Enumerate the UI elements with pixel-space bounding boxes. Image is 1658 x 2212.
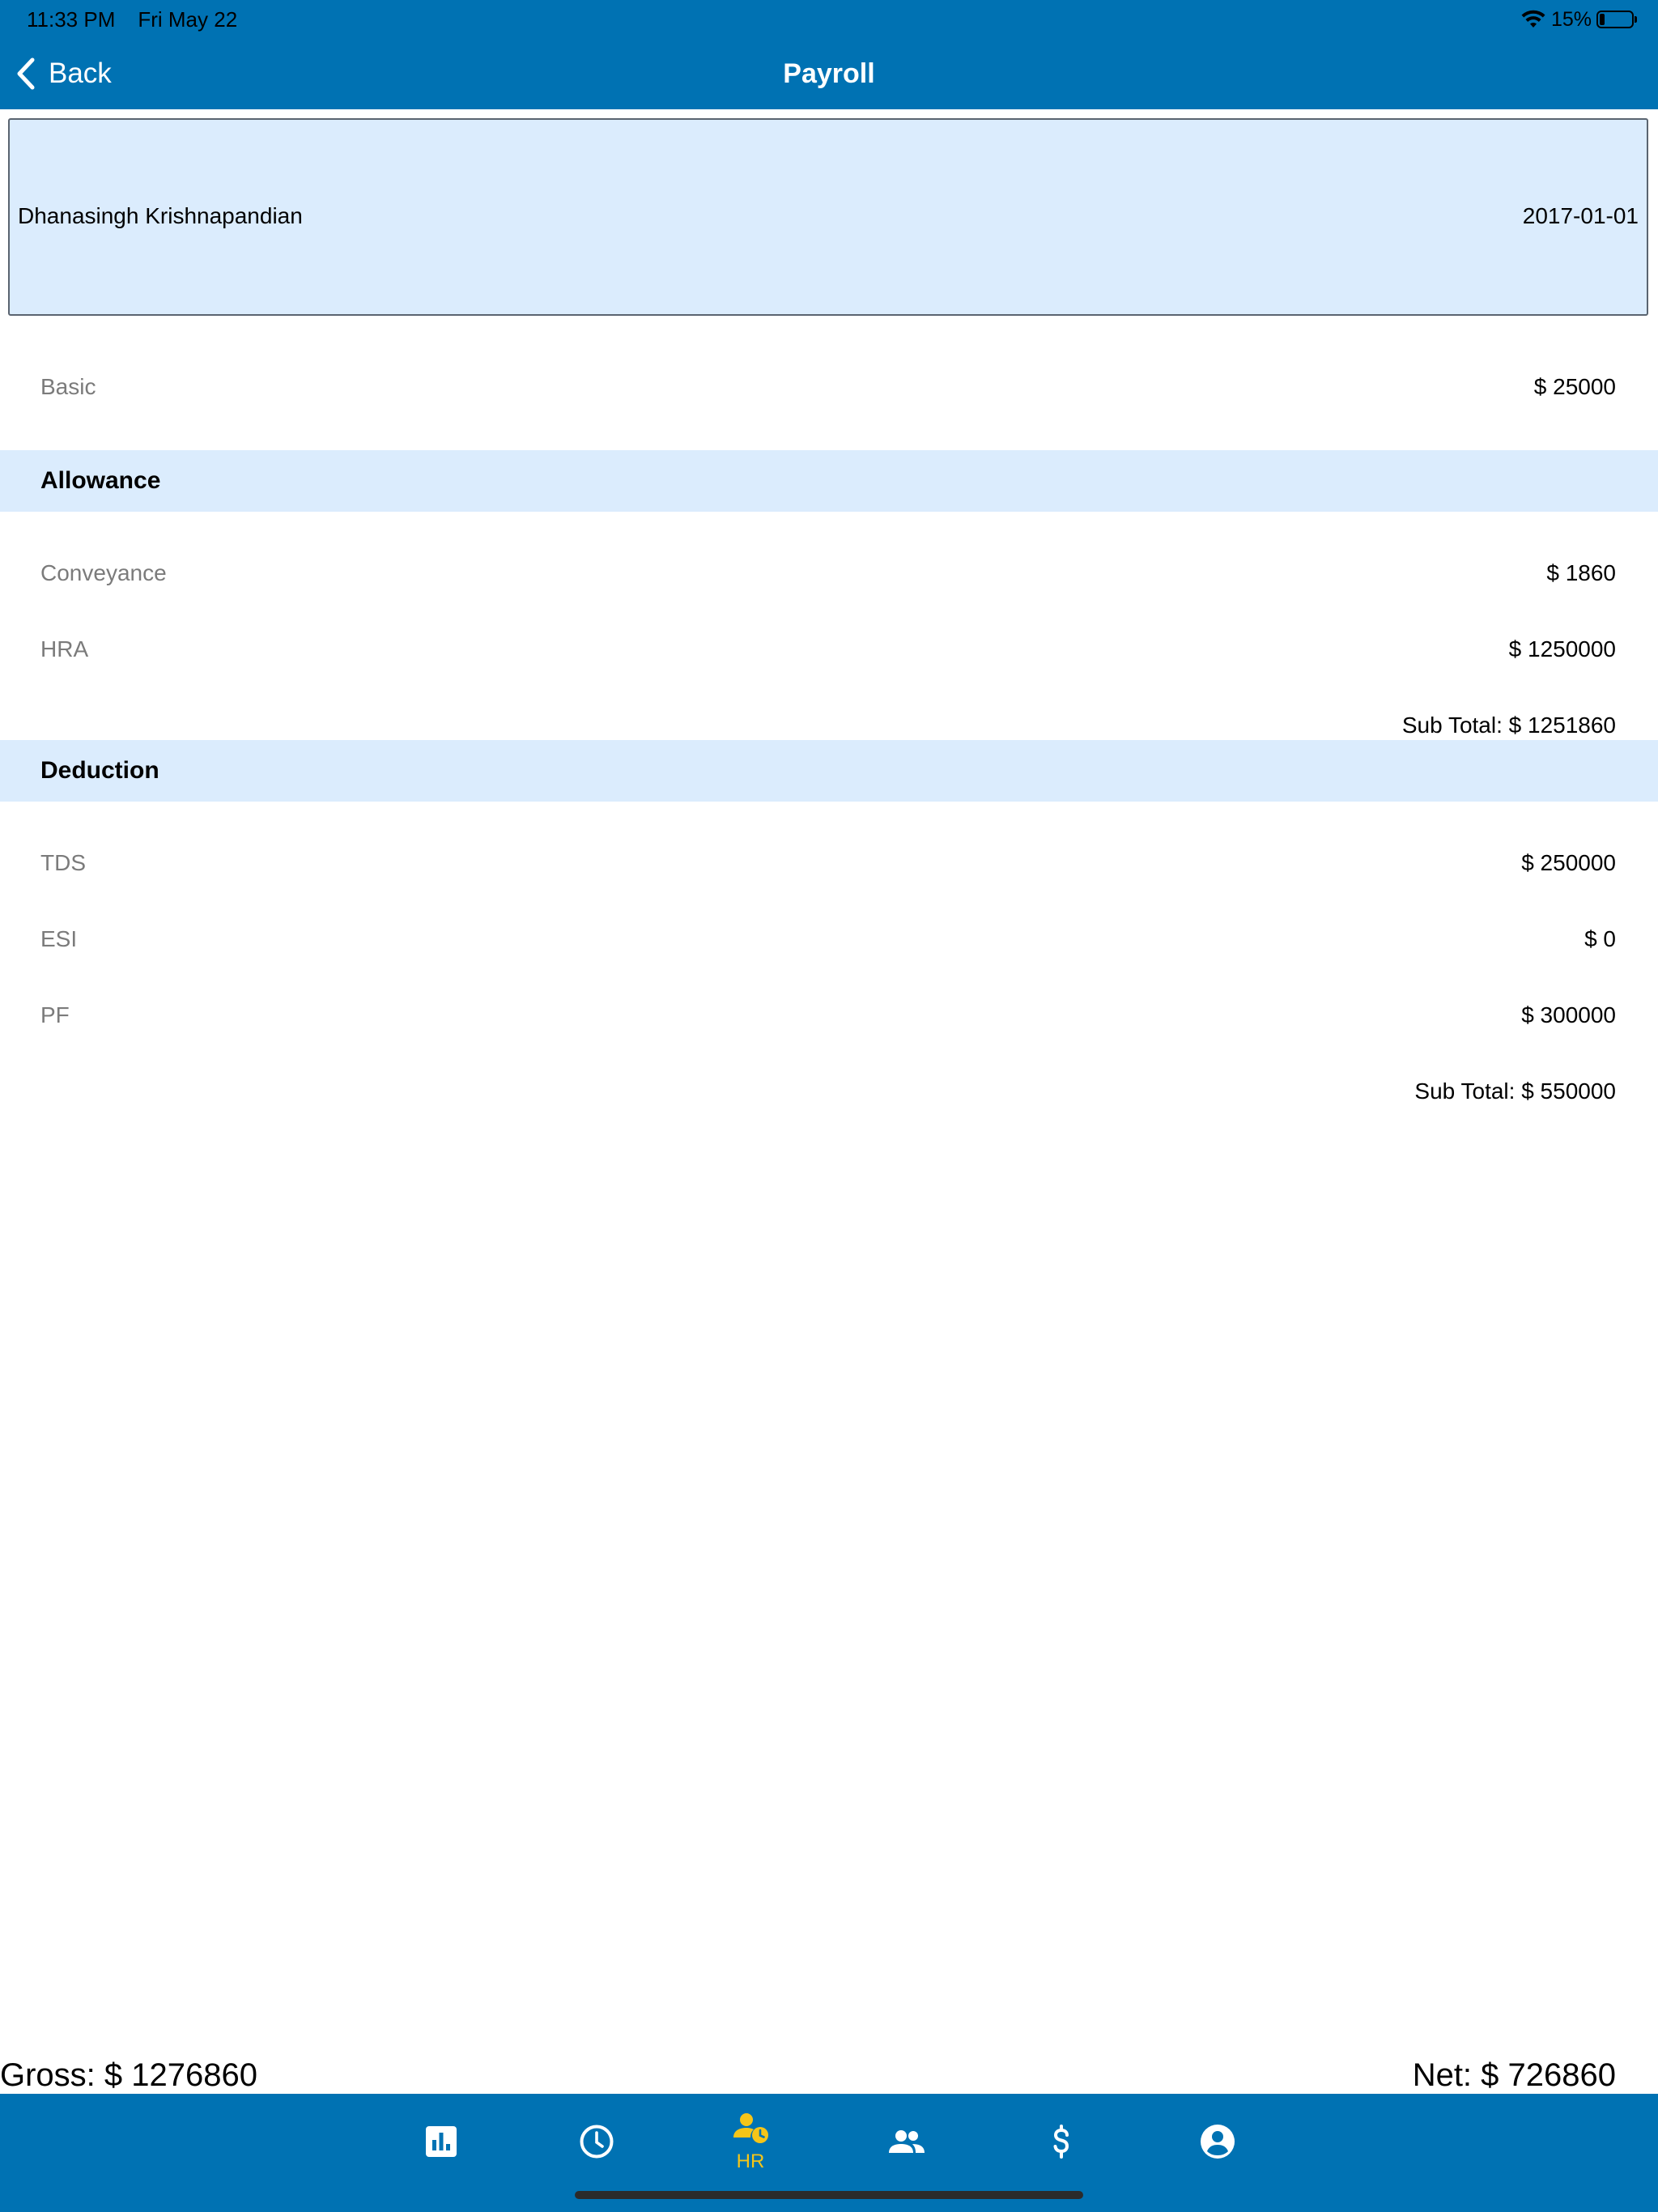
conveyance-value: $ 1860: [1546, 560, 1616, 585]
navigation-bar: 11:33 PM Fri May 22 15% Back Payroll: [0, 0, 1658, 109]
account-circle-icon: [1201, 2125, 1235, 2159]
battery-icon: [1596, 11, 1637, 28]
esi-value: $ 0: [1584, 926, 1616, 951]
deduction-subtotal: Sub Total: $ 550000: [1414, 1078, 1616, 1104]
home-indicator: [575, 2191, 1083, 2199]
chevron-left-icon: [17, 57, 35, 90]
totals-bar: Gross: $ 1276860 Net: $ 726860: [0, 2055, 1658, 2095]
list-item: ESI $ 0: [0, 923, 1658, 955]
back-button[interactable]: Back: [15, 55, 112, 92]
status-date: Fri May 22: [138, 7, 238, 32]
allowance-title: Allowance: [40, 467, 161, 494]
clock-icon: [580, 2125, 614, 2159]
hra-value: $ 1250000: [1508, 636, 1616, 661]
list-item: HRA $ 1250000: [0, 633, 1658, 666]
deduction-title: Deduction: [40, 757, 159, 784]
status-bar-left: 11:33 PM Fri May 22: [27, 6, 237, 32]
tab-employees[interactable]: [858, 2105, 955, 2178]
tds-value: $ 250000: [1521, 850, 1616, 875]
list-item: TDS $ 250000: [0, 847, 1658, 879]
bar-chart-icon: [426, 2126, 457, 2157]
tab-hr[interactable]: HR: [702, 2105, 799, 2178]
hra-label: HRA: [40, 636, 89, 661]
gross-total: Gross: $ 1276860: [0, 2057, 257, 2093]
tds-label: TDS: [40, 850, 86, 875]
payroll-date: 2017-01-01: [1522, 203, 1639, 228]
tab-profile[interactable]: [1169, 2105, 1266, 2178]
basic-row: Basic $ 25000: [0, 371, 1658, 403]
net-total: Net: $ 726860: [1412, 2057, 1616, 2093]
people-icon: [889, 2130, 925, 2153]
wifi-icon: [1521, 10, 1545, 28]
pf-label: PF: [40, 1002, 70, 1027]
allowance-section-header: Allowance: [0, 450, 1658, 512]
conveyance-label: Conveyance: [40, 560, 167, 585]
tab-dashboard[interactable]: [393, 2105, 490, 2178]
basic-label: Basic: [40, 374, 96, 399]
list-item: Conveyance $ 1860: [0, 557, 1658, 589]
allowance-subtotal: Sub Total: $ 1251860: [1401, 713, 1616, 738]
basic-value: $ 25000: [1533, 374, 1616, 399]
back-label: Back: [49, 57, 112, 89]
person-clock-icon: [733, 2113, 768, 2143]
tab-payroll[interactable]: [1013, 2105, 1110, 2178]
page-title: Payroll: [783, 58, 875, 89]
tab-hr-label: HR: [736, 2150, 765, 2172]
deduction-section-header: Deduction: [0, 740, 1658, 802]
employee-card[interactable]: Dhanasingh Krishnapandian 2017-01-01: [8, 118, 1648, 316]
esi-label: ESI: [40, 926, 78, 951]
status-bar-right: 15%: [1520, 6, 1637, 32]
battery-percent: 15%: [1550, 7, 1592, 31]
employee-name: Dhanasingh Krishnapandian: [18, 203, 303, 228]
status-time: 11:33 PM: [27, 7, 116, 32]
list-item: PF $ 300000: [0, 999, 1658, 1032]
tab-attendance[interactable]: [548, 2105, 645, 2178]
dollar-icon: [1053, 2125, 1069, 2159]
pf-value: $ 300000: [1521, 1002, 1616, 1027]
